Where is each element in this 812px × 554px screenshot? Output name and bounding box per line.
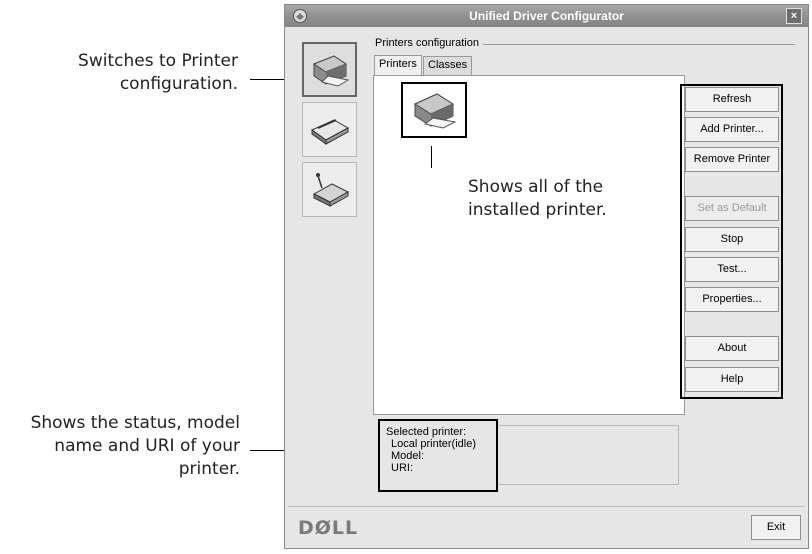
group-title: Printers configuration [375,37,483,49]
printer-icon [413,93,457,129]
printer-icon [312,54,349,87]
status-state: Local printer(idle) [391,438,476,450]
group-divider [455,44,795,45]
callout-installed: Shows all of the installed printer. [468,177,607,220]
set-default-button[interactable]: Set as Default [685,196,779,221]
title-bar: Unified Driver Configurator × [285,5,808,27]
tab-printers[interactable]: Printers [374,55,422,76]
status-model: Model: [391,450,425,462]
status-panel-frame [497,425,679,485]
callout-printer-config: Switches to Printer configuration. [78,51,238,94]
exit-button[interactable]: Exit [751,515,801,540]
stop-button[interactable]: Stop [685,227,779,252]
callout-status: Shows the status, model name and URI of … [30,413,240,479]
installed-printer-item[interactable] [401,82,467,138]
selected-printer-status: Selected printer: Local printer(idle) Mo… [378,419,498,492]
test-button[interactable]: Test... [685,257,779,282]
status-uri: URI: [391,462,413,474]
callout-line-installed [431,146,432,168]
properties-button[interactable]: Properties... [685,287,779,312]
port-icon [312,172,349,207]
tab-classes[interactable]: Classes [423,56,473,75]
sidebar-item-scanner[interactable] [302,102,357,157]
app-icon[interactable] [292,8,308,24]
add-printer-button[interactable]: Add Printer... [685,117,779,142]
window-title: Unified Driver Configurator [469,9,624,23]
refresh-button[interactable]: Refresh [685,87,779,112]
sidebar-item-port[interactable] [302,162,357,217]
status-heading: Selected printer: [386,426,467,438]
about-button[interactable]: About [685,336,779,361]
driver-configurator-window: Unified Driver Configurator × Printers c… [284,4,809,549]
sidebar-item-printer[interactable] [302,42,357,97]
dell-logo: DØLL [298,517,359,539]
close-button[interactable]: × [786,8,802,24]
help-button[interactable]: Help [685,367,779,392]
remove-printer-button[interactable]: Remove Printer [685,147,779,172]
footer-divider [288,506,805,507]
scanner-icon [310,118,349,145]
